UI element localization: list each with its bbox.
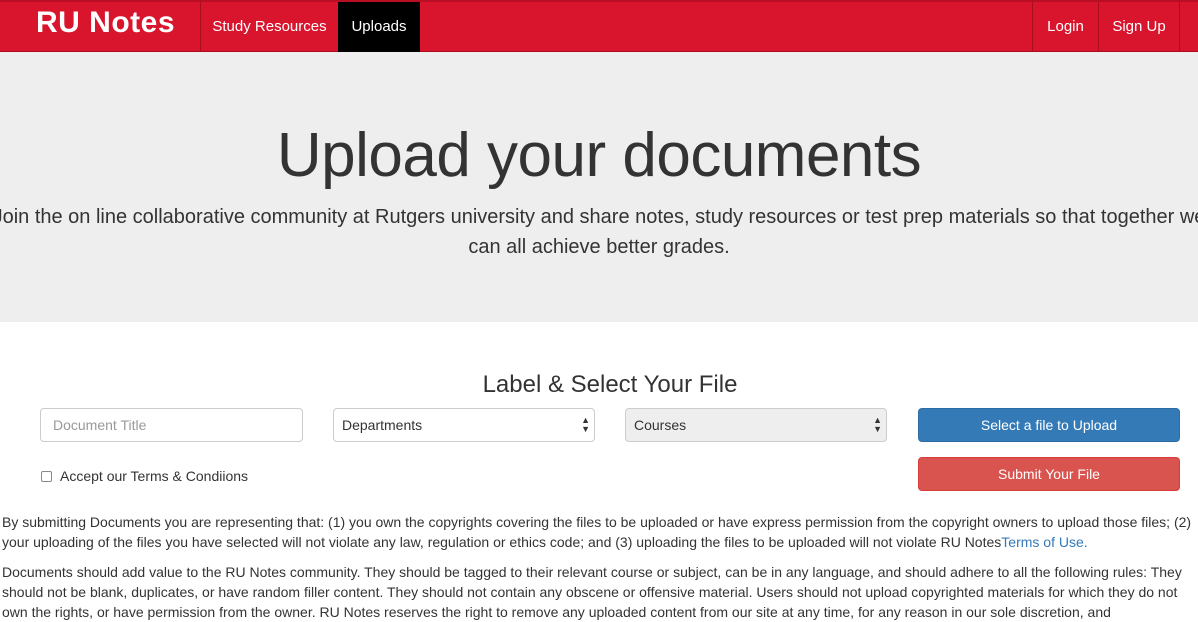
legal-paragraph-1: By submitting Documents you are represen…: [2, 512, 1198, 552]
brand-logo[interactable]: RU Notes: [36, 6, 175, 40]
hero-title: Upload your documents: [276, 121, 922, 190]
nav-study-resources[interactable]: Study Resources: [200, 2, 338, 52]
navbar: RU Notes Study Resources Uploads Login S…: [0, 0, 1198, 52]
select-arrows-icon: ▲ ▼: [873, 415, 882, 434]
courses-select[interactable]: Courses ▲ ▼: [625, 408, 887, 442]
terms-label: Accept our Terms & Condiions: [60, 468, 249, 484]
hero-subtitle: Join the on line collaborative community…: [0, 206, 1198, 258]
legal-paragraph-2: Documents should add value to the RU Not…: [2, 564, 1182, 620]
nav-uploads[interactable]: Uploads: [338, 2, 420, 52]
hero-banner: Upload your documents Join the on line c…: [0, 52, 1198, 322]
terms-row: Accept our Terms & Condiions: [40, 468, 248, 484]
terms-of-use-link[interactable]: Terms of Use.: [1001, 534, 1087, 550]
submit-file-button[interactable]: Submit Your File: [918, 457, 1180, 491]
courses-select-label: Courses: [634, 417, 687, 433]
signup-link[interactable]: Sign Up: [1098, 2, 1180, 52]
departments-select-label: Departments: [342, 417, 423, 433]
terms-checkbox[interactable]: [41, 470, 52, 482]
select-arrows-icon: ▲ ▼: [581, 415, 590, 434]
document-title-input[interactable]: Document Title: [40, 408, 303, 442]
form-title: Label & Select Your File: [482, 371, 738, 398]
select-file-button[interactable]: Select a file to Upload: [918, 408, 1180, 442]
login-link[interactable]: Login: [1032, 2, 1098, 52]
departments-select[interactable]: Departments ▲ ▼: [333, 408, 595, 442]
